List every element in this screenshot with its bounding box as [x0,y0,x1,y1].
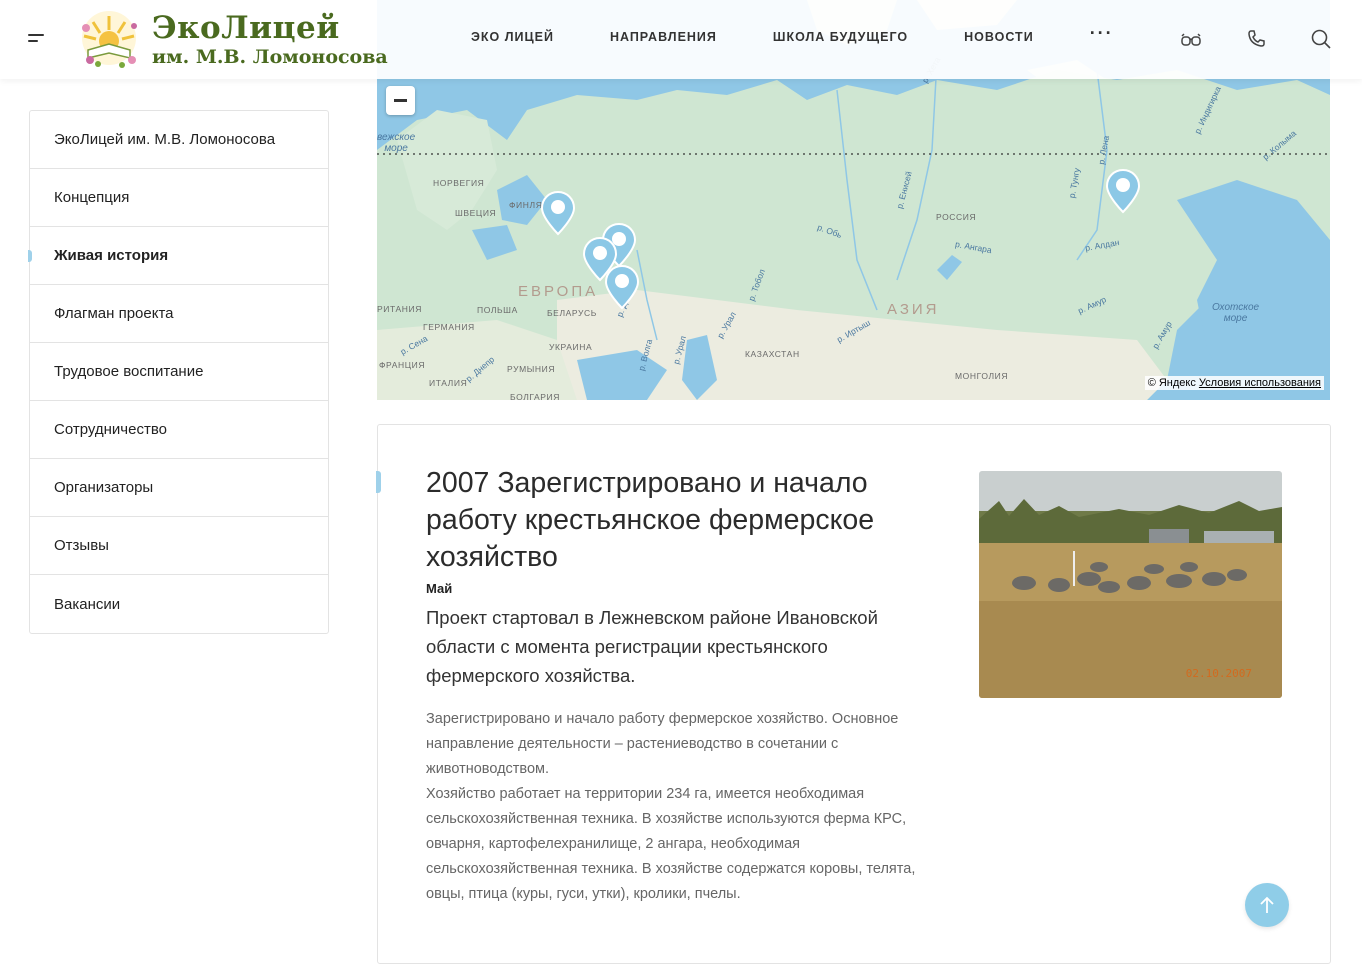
logo-subtitle: им. М.В. Ломоносова [152,46,388,68]
sidebar-item-concept[interactable]: Концепция [30,169,328,227]
sidebar-item-organizers[interactable]: Организаторы [30,459,328,517]
sidebar-item-cooperation[interactable]: Сотрудничество [30,401,328,459]
map-zoom-out-button[interactable] [386,86,415,115]
sidebar-item-flagship[interactable]: Флагман проекта [30,285,328,343]
map-pin[interactable] [1105,168,1141,214]
event-lead: Проект стартовал в Лежневском районе Ива… [426,607,878,686]
main-nav: ЭКО ЛИЦЕЙ НАПРАВЛЕНИЯ ШКОЛА БУДУЩЕГО НОВ… [471,24,1170,44]
country-label: ФИНЛЯ [509,200,543,210]
event-body: Зарегистрировано и начало работу фермерс… [426,707,946,907]
country-label: ГЕРМАНИЯ [423,322,475,332]
sidebar-item-reviews[interactable]: Отзывы [30,517,328,575]
search-icon[interactable] [1310,28,1332,50]
sun-book-logo-icon [82,11,137,68]
event-body-paragraph: Зарегистрировано и начало работу фермерс… [426,711,899,777]
nav-school-of-future[interactable]: ШКОЛА БУДУЩЕГО [773,30,908,44]
nav-eco-lyceum[interactable]: ЭКО ЛИЦЕЙ [471,30,554,44]
sidebar-item-labor-education[interactable]: Трудовое воспитание [30,343,328,401]
logo-title: ЭкоЛицей [152,10,340,46]
event-title: 2007 Зарегистрировано и начало работу кр… [426,467,875,573]
map-copyright: © Яндекс Условия использования [1144,376,1324,390]
phone-icon[interactable] [1245,28,1267,50]
country-label: ИТАЛИЯ [429,378,468,388]
scroll-to-top-button[interactable] [1245,883,1289,927]
map-pin[interactable] [540,190,576,236]
map-pin[interactable] [604,264,640,310]
sidebar-item-living-history[interactable]: Живая история [28,227,328,285]
country-label: РОССИЯ [936,212,977,222]
site-header: ЭкоЛицей им. М.В. Ломоносова ЭКО ЛИЦЕЙ Н… [0,0,1362,79]
country-label: РУМЫНИЯ [507,364,556,374]
timeline-marker [376,471,381,493]
site-logo[interactable]: ЭкоЛицей им. М.В. Ломоносова [78,8,388,70]
country-label: БЕЛАРУСЬ [547,308,597,318]
nav-more-button[interactable]: ··· [1090,24,1114,44]
sidebar-item-vacancies[interactable]: Вакансии [30,575,328,633]
menu-icon[interactable] [28,34,46,46]
section-sidebar: ЭкоЛицей им. М.В. Ломоносова Концепция Ж… [28,110,329,634]
country-label: РИТАНИЯ [377,304,422,314]
region-label-europe: ЕВРОПА [518,283,599,300]
sea-label-norwegian: вежское море [377,132,416,154]
region-label-asia: АЗИЯ [887,301,940,318]
country-label: БОЛГАРИЯ [510,392,560,400]
sidebar-item-eco-lyceum[interactable]: ЭкоЛицей им. М.В. Ломоносова [30,111,328,169]
country-label: УКРАИНА [549,342,593,352]
country-label: НОРВЕГИЯ [433,178,485,188]
country-label: ШВЕЦИЯ [455,208,497,218]
yandex-copyright: © Яндекс [1147,377,1196,389]
country-label: ФРАНЦИЯ [379,360,426,370]
sheep-pasture-image [979,471,1282,698]
event-photo[interactable]: 02.10.2007 [979,471,1282,698]
history-event-card: 2007 Зарегистрировано и начало работу кр… [376,424,1331,964]
country-label: КАЗАХСТАН [745,349,800,359]
nav-directions[interactable]: НАПРАВЛЕНИЯ [610,30,717,44]
country-label: ПОЛЬША [477,305,518,315]
terms-of-use-link[interactable]: Условия использования [1199,377,1321,389]
sea-label-okhotsk: Охотское море [1212,302,1260,324]
event-month: Май [426,581,453,596]
eye-glasses-icon[interactable] [1180,28,1202,50]
country-label: МОНГОЛИЯ [955,371,1009,381]
event-body-paragraph: Хозяйство работает на территории 234 га,… [426,786,916,902]
nav-news[interactable]: НОВОСТИ [964,30,1034,44]
arrow-up-icon [1260,896,1274,913]
photo-date-stamp: 02.10.2007 [1185,667,1252,680]
